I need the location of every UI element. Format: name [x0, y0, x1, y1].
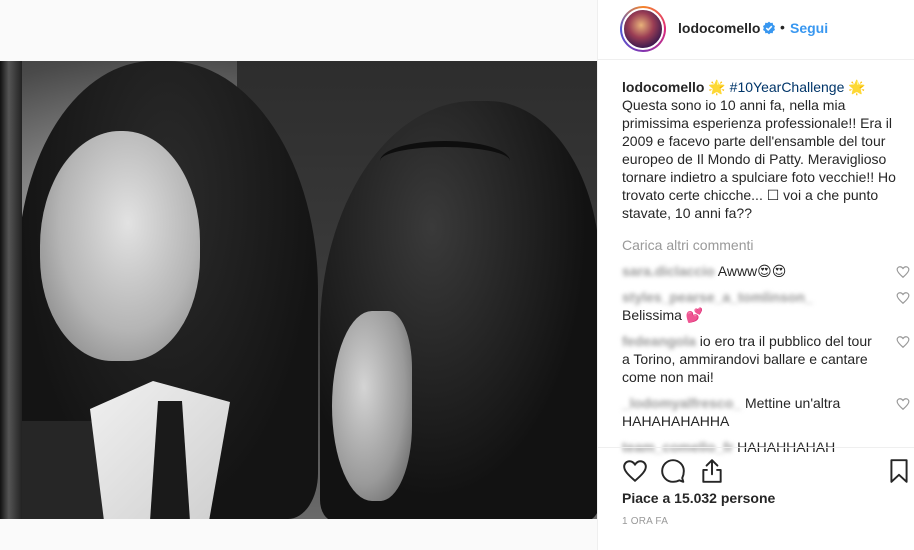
- header-separator: •: [780, 19, 785, 35]
- bookmark-icon[interactable]: [886, 458, 912, 484]
- heart-icon[interactable]: [622, 458, 648, 484]
- avatar-image: [622, 8, 664, 50]
- post-caption: lodocomello 🌟 #10YearChallenge 🌟 Questa …: [622, 78, 902, 222]
- post-header: lodocomello • Segui: [598, 0, 914, 60]
- comment-item: fedeangola io ero tra il pubblico del to…: [622, 332, 910, 386]
- author-username[interactable]: lodocomello: [678, 20, 760, 36]
- comment-item: styles_pearse_a_tomlinson_ Belissima 💕: [622, 288, 910, 324]
- comment-text: Belissima 💕: [622, 307, 704, 323]
- photo-subject-face: [332, 311, 412, 501]
- comment-username[interactable]: _lodomyalfresco_: [622, 395, 741, 411]
- comment-like-heart-icon[interactable]: [896, 265, 910, 279]
- post-photo[interactable]: [0, 61, 597, 519]
- comment-bubble-icon[interactable]: [660, 458, 686, 484]
- comment-like-heart-icon[interactable]: [896, 291, 910, 305]
- photo-reflection-face: [40, 131, 200, 361]
- caption-star-emoji: 🌟: [708, 79, 726, 95]
- comments-list: lodocomello 🌟 #10YearChallenge 🌟 Questa …: [622, 78, 910, 456]
- comment-text: Awww😍😍: [717, 263, 787, 279]
- photo-headband: [380, 141, 510, 181]
- comment-like-heart-icon[interactable]: [896, 335, 910, 349]
- caption-hashtag[interactable]: #10YearChallenge: [730, 79, 845, 95]
- caption-text: Questa sono io 10 anni fa, nella mia pri…: [622, 97, 896, 221]
- comment-item: _lodomyalfresco_ Mettine un'altra HAHAHA…: [622, 394, 910, 430]
- caption-star-emoji: 🌟: [848, 79, 866, 95]
- share-icon[interactable]: [699, 458, 725, 484]
- likes-count[interactable]: Piace a 15.032 persone: [622, 490, 775, 506]
- avatar[interactable]: [620, 6, 666, 52]
- comment-item: sara.diclaccio Awww😍😍: [622, 262, 910, 280]
- comment-like-heart-icon[interactable]: [896, 397, 910, 411]
- post-media-area: [0, 0, 597, 550]
- post-actions-bar: [598, 447, 914, 491]
- post-side-panel: lodocomello • Segui lodocomello 🌟 #10Yea…: [597, 0, 914, 550]
- verified-badge-icon: [763, 21, 775, 35]
- photo-mirror-edge: [0, 61, 22, 519]
- comment-username[interactable]: sara.diclaccio: [622, 263, 715, 279]
- follow-button[interactable]: Segui: [790, 20, 828, 36]
- load-more-comments-button[interactable]: Carica altri commenti: [622, 236, 902, 254]
- comment-username[interactable]: styles_pearse_a_tomlinson_: [622, 289, 813, 305]
- caption-username[interactable]: lodocomello: [622, 79, 704, 95]
- post-timestamp[interactable]: 1 ORA FA: [622, 516, 668, 527]
- comment-username[interactable]: fedeangola: [622, 333, 696, 349]
